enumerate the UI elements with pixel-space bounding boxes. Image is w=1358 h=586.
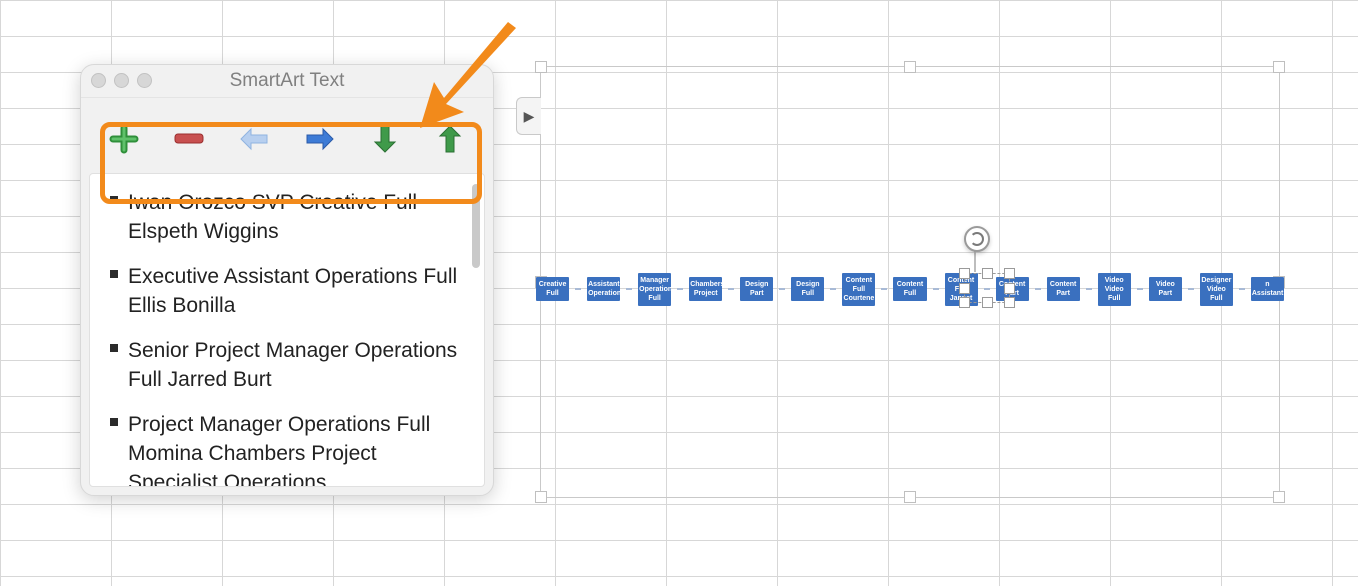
- smartart-node[interactable]: Design Full: [791, 277, 824, 301]
- connector: [1239, 288, 1245, 290]
- scrollbar-thumb[interactable]: [472, 184, 480, 268]
- smartart-node[interactable]: Designer Video Full: [1200, 273, 1233, 306]
- move-down-button[interactable]: [362, 116, 408, 162]
- text-list-area: Iwan Orozco SVP Creative Full Elspeth Wi…: [89, 173, 485, 487]
- move-up-button[interactable]: [427, 116, 473, 162]
- connector: [1188, 288, 1194, 290]
- expand-text-pane-button[interactable]: ▶: [516, 97, 541, 135]
- window-controls: [91, 73, 152, 88]
- resize-handle[interactable]: [904, 491, 916, 503]
- resize-handle[interactable]: [1273, 61, 1285, 73]
- connector: [779, 288, 785, 290]
- smartart-node[interactable]: Content Part: [1047, 277, 1080, 301]
- remove-shape-button[interactable]: [166, 116, 212, 162]
- smartart-toolbar: [81, 98, 493, 180]
- selected-node-overlay[interactable]: [964, 273, 1010, 303]
- add-shape-button[interactable]: [101, 116, 147, 162]
- connector: [626, 288, 632, 290]
- connector: [933, 288, 939, 290]
- resize-handle[interactable]: [904, 61, 916, 73]
- connector: [677, 288, 683, 290]
- smartart-text-panel: SmartArt Text Iwan: [80, 64, 494, 496]
- connector: [1086, 288, 1092, 290]
- list-item-text: Senior Project Manager Operations Full J…: [128, 339, 457, 391]
- list-item[interactable]: Executive Assistant Operations Full Elli…: [110, 256, 470, 330]
- text-item-list: Iwan Orozco SVP Creative Full Elspeth Wi…: [90, 174, 484, 487]
- list-item[interactable]: Iwan Orozco SVP Creative Full Elspeth Wi…: [110, 182, 470, 256]
- rotate-handle-icon[interactable]: [964, 226, 990, 252]
- zoom-icon[interactable]: [137, 73, 152, 88]
- smartart-node[interactable]: Content Full: [893, 277, 926, 301]
- smartart-node[interactable]: Content Full Courtene: [842, 273, 875, 306]
- connector: [1035, 288, 1041, 290]
- smartart-node[interactable]: Creative Full: [536, 277, 569, 301]
- list-item[interactable]: Project Manager Operations Full Momina C…: [110, 404, 470, 487]
- smartart-node[interactable]: n Assistant: [1251, 277, 1284, 301]
- list-item[interactable]: Senior Project Manager Operations Full J…: [110, 330, 470, 404]
- connector: [830, 288, 836, 290]
- smartart-node-row: Creative FullAssistant OperationsManager…: [536, 277, 1284, 301]
- smartart-canvas[interactable]: ▶ Creative FullAssistant OperationsManag…: [540, 66, 1280, 498]
- chevron-right-icon: ▶: [524, 108, 535, 125]
- smartart-node[interactable]: Video Part: [1149, 277, 1182, 301]
- minimize-icon[interactable]: [114, 73, 129, 88]
- connector: [728, 288, 734, 290]
- panel-titlebar: SmartArt Text: [81, 65, 493, 98]
- resize-handle[interactable]: [535, 61, 547, 73]
- demote-button[interactable]: [231, 116, 277, 162]
- smartart-node[interactable]: Design Part: [740, 277, 773, 301]
- list-item-text: Iwan Orozco SVP Creative Full Elspeth Wi…: [128, 191, 417, 243]
- connector: [1137, 288, 1143, 290]
- smartart-node[interactable]: Assistant Operations: [587, 277, 620, 301]
- connector: [575, 288, 581, 290]
- promote-button[interactable]: [297, 116, 343, 162]
- close-icon[interactable]: [91, 73, 106, 88]
- list-item-text: Executive Assistant Operations Full Elli…: [128, 265, 457, 317]
- smartart-node[interactable]: Chambers Project: [689, 277, 722, 301]
- smartart-node[interactable]: Video Video Full: [1098, 273, 1131, 306]
- panel-title: SmartArt Text: [230, 70, 345, 91]
- smartart-node[interactable]: Manager Operations Full: [638, 273, 671, 306]
- resize-handle[interactable]: [1273, 491, 1285, 503]
- list-item-text: Project Manager Operations Full Momina C…: [128, 413, 430, 487]
- connector: [881, 288, 887, 290]
- resize-handle[interactable]: [535, 491, 547, 503]
